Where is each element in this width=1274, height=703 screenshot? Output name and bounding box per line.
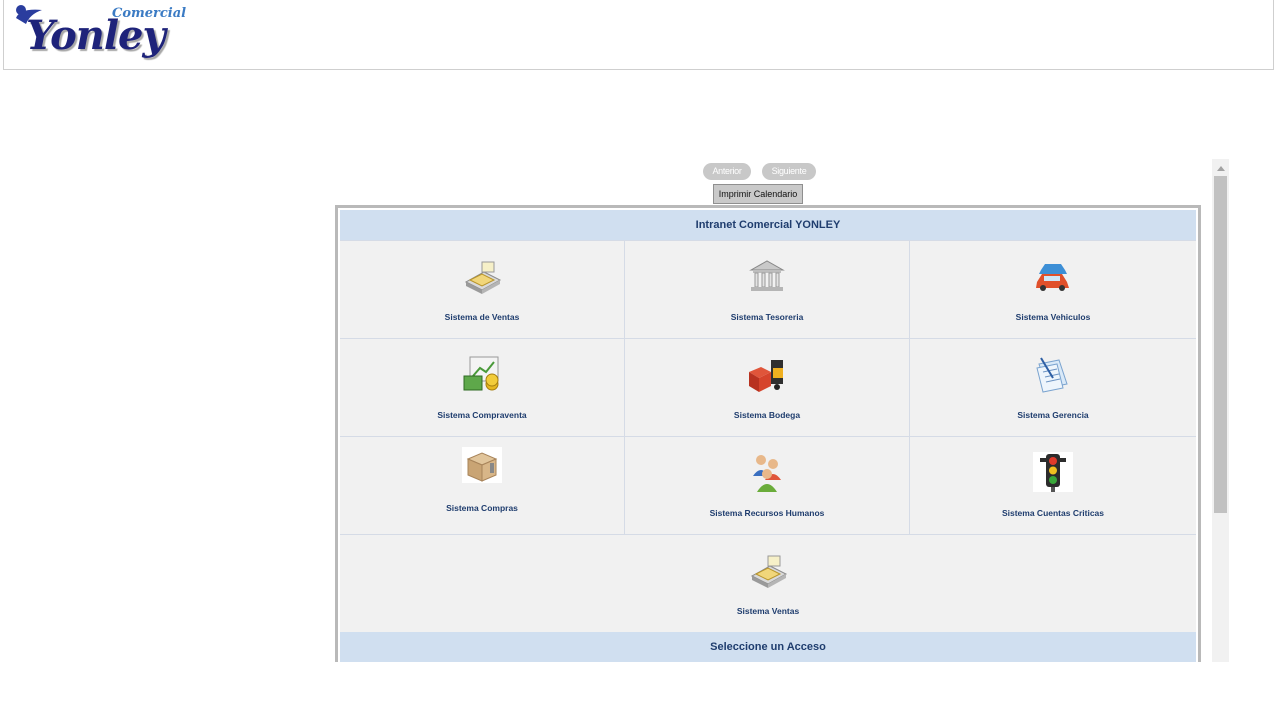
page-header: Comercial Yonley (3, 0, 1274, 70)
tile-label: Sistema Cuentas Criticas (1001, 508, 1105, 518)
company-logo[interactable]: Comercial Yonley (12, 2, 186, 66)
people-icon (753, 455, 781, 492)
tile-label: Sistema Bodega (733, 410, 801, 420)
tile-label: Sistema Tesoreria (730, 312, 804, 322)
tile-label: Sistema Compras (446, 503, 518, 513)
system-tile-bodega[interactable]: Sistema Bodega (625, 338, 910, 436)
bank-icon (749, 260, 785, 291)
system-tile-compras[interactable]: Sistema Compras (340, 436, 625, 534)
system-tile-tesoreria[interactable]: Sistema Tesoreria (625, 240, 910, 338)
cars-icon (1036, 264, 1069, 291)
system-tile-ventas-wide[interactable]: Sistema Ventas (340, 534, 1196, 632)
vertical-scrollbar[interactable] (1212, 159, 1229, 662)
cash-register-icon (464, 261, 502, 294)
scroll-up-arrow-icon[interactable] (1212, 159, 1229, 176)
tile-label: Sistema Ventas (736, 606, 800, 616)
cash-register-icon (750, 555, 788, 588)
panel-title: Intranet Comercial YONLEY (340, 210, 1196, 240)
content-frame: Intranet Comercial YONLEY Sistema de Ven… (335, 159, 1229, 662)
logo-wordmark: Yonley (26, 12, 166, 59)
tile-label: Sistema Compraventa (437, 410, 527, 420)
tile-label: Sistema Gerencia (1017, 410, 1089, 420)
tile-label: Sistema Vehiculos (1015, 312, 1091, 322)
documents-icon (1036, 357, 1068, 393)
forklift-icon (749, 360, 783, 392)
system-tile-gerencia[interactable]: Sistema Gerencia (910, 338, 1196, 436)
system-tile-ventas[interactable]: Sistema de Ventas (340, 240, 625, 338)
system-tile-vehiculos[interactable]: Sistema Vehiculos (910, 240, 1196, 338)
tile-label: Sistema de Ventas (444, 312, 520, 322)
system-grid: Sistema de Ventas Sistema Tesoreria Sist… (340, 240, 1196, 534)
system-tile-compraventa[interactable]: Sistema Compraventa (340, 338, 625, 436)
box-icon (462, 447, 502, 483)
system-tile-recursos-humanos[interactable]: Sistema Recursos Humanos (625, 436, 910, 534)
scrollbar-thumb[interactable] (1214, 176, 1227, 513)
panel-footer: Seleccione un Acceso (340, 632, 1196, 662)
tile-label: Sistema Recursos Humanos (709, 508, 825, 518)
access-panel: Intranet Comercial YONLEY Sistema de Ven… (335, 205, 1201, 662)
money-chart-icon (463, 356, 499, 391)
traffic-light-icon (1033, 452, 1073, 492)
system-tile-cuentas-criticas[interactable]: Sistema Cuentas Criticas (910, 436, 1196, 534)
